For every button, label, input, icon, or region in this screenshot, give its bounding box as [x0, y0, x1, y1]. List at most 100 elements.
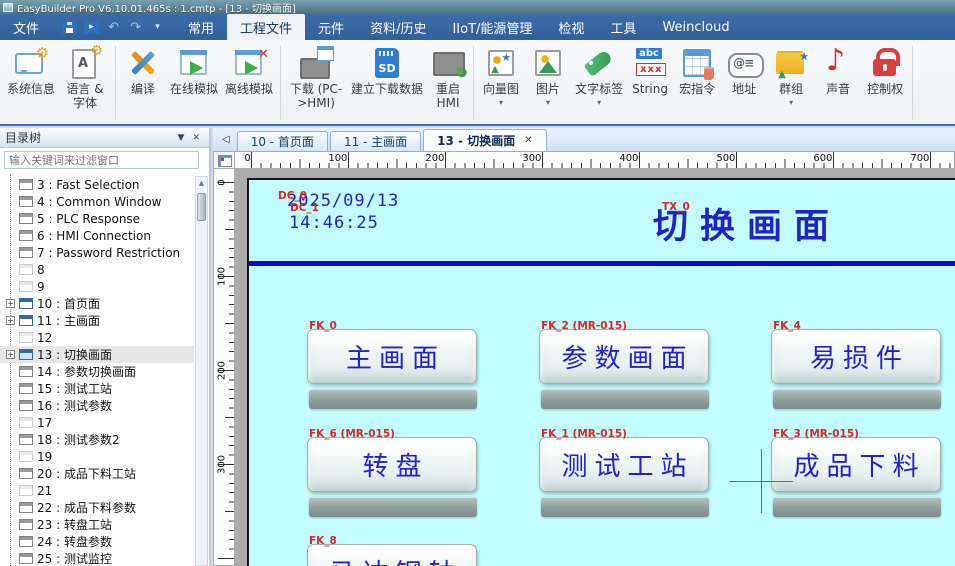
build-download-data-button[interactable]: SD 建立下载数据 [348, 42, 426, 124]
download-button[interactable]: 下载 (PC->HMI) [285, 42, 347, 124]
chevron-down-icon[interactable]: ▾ [499, 99, 503, 107]
menu-tab-common[interactable]: 常用 [175, 14, 227, 40]
doc-tab-13[interactable]: 13 - 切换画面 ✕ [423, 129, 546, 151]
tree-item[interactable]: 25 : 测试监控 [0, 550, 194, 566]
tree-item[interactable]: 4 : Common Window [0, 193, 194, 210]
chevron-down-icon[interactable]: ▾ [546, 99, 550, 107]
tree-item-label: 17 [37, 416, 52, 430]
picture-button[interactable]: 图片 ▾ [525, 42, 571, 124]
string-button[interactable]: abcxxx String [627, 42, 673, 124]
tree-item[interactable]: + 11 : 主画面 [0, 312, 194, 329]
panel-close-icon[interactable]: ✕ [188, 133, 204, 143]
tree-item[interactable]: + 13 : 切换画面 [0, 346, 194, 363]
tree-item[interactable]: 6 : HMI Connection [0, 227, 194, 244]
tree-item[interactable]: 15 : 测试工站 [0, 380, 194, 397]
hmi-function-button-main[interactable]: FK_0 主画面 [307, 320, 479, 412]
hmi-button-face[interactable]: 成品下料 [771, 437, 941, 492]
hmi-button-face[interactable]: 参数画面 [539, 329, 709, 384]
hmi-button-shadow-bar [309, 497, 477, 517]
tree-item[interactable]: 14 : 参数切换画面 [0, 363, 194, 380]
tree-item[interactable]: 22 : 成品下料参数 [0, 499, 194, 516]
undo-icon[interactable]: ↶ [106, 21, 121, 34]
sound-button[interactable]: ♪ 声音 [815, 42, 861, 124]
hmi-button-face[interactable]: 主画面 [307, 329, 477, 384]
ruler-corner-icon[interactable] [213, 151, 235, 169]
hmi-button-face[interactable]: 测试工站 [539, 437, 709, 492]
sound-icon: ♪ [818, 44, 858, 82]
reboot-hmi-icon: ↻ [428, 44, 468, 82]
chevron-down-icon[interactable]: ▾ [597, 99, 601, 107]
tree-item[interactable]: 12 [0, 329, 194, 346]
window-thumb-icon [19, 468, 33, 479]
expand-icon[interactable]: + [6, 299, 15, 308]
scroll-up-icon[interactable]: ▲ [196, 177, 207, 187]
menu-tab-object[interactable]: 元件 [305, 14, 357, 40]
app-icon [3, 3, 13, 12]
compile-button[interactable]: 编译 [120, 42, 166, 124]
tree-item[interactable]: 18 : 测试参数2 [0, 431, 194, 448]
tree-item[interactable]: 5 : PLC Response [0, 210, 194, 227]
canvas-workspace[interactable]: DC_0 DC_1 2025/09/13 14:46:25 TX_0 切换画面 … [235, 169, 955, 566]
doc-tab-11[interactable]: 11 - 主画面 [330, 131, 421, 151]
hmi-screen-canvas[interactable]: DC_0 DC_1 2025/09/13 14:46:25 TX_0 切换画面 … [247, 178, 955, 566]
panel-dropdown-icon[interactable]: ▼ [174, 133, 189, 143]
group-button[interactable]: ★▲ 群组 ▾ [768, 42, 814, 124]
tree-filter-input[interactable] [4, 151, 199, 169]
text-label-button[interactable]: 文字标签 ▾ [572, 42, 626, 124]
scrollbar-thumb[interactable] [197, 193, 206, 221]
hmi-function-button-unload[interactable]: FK_3 (MR-015) 成品下料 [771, 428, 943, 520]
hmi-function-button-motor-shaft[interactable]: FK_8 马达钢轴 [307, 535, 479, 566]
redo-icon[interactable]: ↷ [128, 21, 143, 34]
menu-tab-data-history[interactable]: 资料/历史 [357, 14, 439, 40]
tree-item[interactable]: 3 : Fast Selection [0, 176, 194, 193]
tree-item[interactable]: 17 [0, 414, 194, 431]
vector-graphic-button[interactable]: ★▲ 向量图 ▾ [478, 42, 524, 124]
tree-item[interactable]: + 10 : 首页面 [0, 295, 194, 312]
control-token-button[interactable]: 控制权 [862, 42, 908, 124]
menu-tab-view[interactable]: 检视 [545, 14, 597, 40]
tree-item[interactable]: 16 : 测试参数 [0, 397, 194, 414]
divider-line[interactable] [249, 261, 955, 266]
language-font-button[interactable]: A⚙ 语言 & 字体 [59, 42, 111, 124]
tab-scroll-left-icon[interactable]: ◁ [217, 134, 235, 145]
quick-access-more-icon[interactable]: ▾ [150, 21, 165, 34]
panel-header: 目录树 ▼ ✕ [0, 128, 209, 148]
menu-tab-iiot-energy[interactable]: IIoT/能源管理 [439, 14, 545, 40]
menu-tab-tools[interactable]: 工具 [597, 14, 649, 40]
vector-graphic-icon: ★▲ [481, 44, 521, 82]
macro-button[interactable]: 宏指令 [674, 42, 720, 124]
tree-item[interactable]: 7 : Password Restriction [0, 244, 194, 261]
tree-item[interactable]: 9 [0, 278, 194, 295]
hmi-button-face[interactable]: 马达钢轴 [307, 544, 477, 566]
address-button[interactable]: @≡ 地址 [721, 42, 767, 124]
reboot-hmi-button[interactable]: ↻ 重启 HMI [427, 42, 469, 124]
tree-item[interactable]: 21 [0, 482, 194, 499]
save-icon[interactable] [62, 21, 77, 34]
expand-icon[interactable]: + [6, 316, 15, 325]
chevron-down-icon[interactable]: ▾ [789, 99, 793, 107]
hmi-button-shadow-bar [309, 389, 477, 409]
offline-simulation-button[interactable]: ✕ 离线模拟 [222, 42, 276, 124]
tree-item[interactable]: 20 : 成品下料工站 [0, 465, 194, 482]
tree-item[interactable]: 23 : 转盘工站 [0, 516, 194, 533]
menu-tab-project-file[interactable]: 工程文件 [227, 14, 305, 40]
hmi-function-button-wear-parts[interactable]: FK_4 易损件 [771, 320, 943, 412]
tab-close-icon[interactable]: ✕ [524, 135, 532, 146]
hmi-time-object[interactable]: 14:46:25 [289, 213, 379, 233]
online-simulation-button[interactable]: 在线模拟 [167, 42, 221, 124]
export-icon[interactable]: ▸ [84, 21, 99, 34]
system-info-button[interactable]: ⚙ 系统信息 [4, 42, 58, 124]
tree-item[interactable]: 8 [0, 261, 194, 278]
hmi-button-face[interactable]: 易损件 [771, 329, 941, 384]
tree-scrollbar[interactable]: ▲ [195, 176, 208, 566]
hmi-button-face[interactable]: 转盘 [307, 437, 477, 492]
doc-tab-10[interactable]: 10 - 首页面 [237, 131, 328, 151]
hmi-function-button-turntable[interactable]: FK_6 (MR-015) 转盘 [307, 428, 479, 520]
hmi-function-button-params[interactable]: FK_2 (MR-015) 参数画面 [539, 320, 711, 412]
menu-file[interactable]: 文件 [0, 14, 52, 40]
hmi-function-button-test-station[interactable]: FK_1 (MR-015) 测试工站 [539, 428, 711, 520]
expand-icon[interactable]: + [6, 350, 15, 359]
menu-tab-weincloud[interactable]: Weincloud [649, 14, 742, 40]
tree-item[interactable]: 24 : 转盘参数 [0, 533, 194, 550]
tree-item[interactable]: 19 [0, 448, 194, 465]
